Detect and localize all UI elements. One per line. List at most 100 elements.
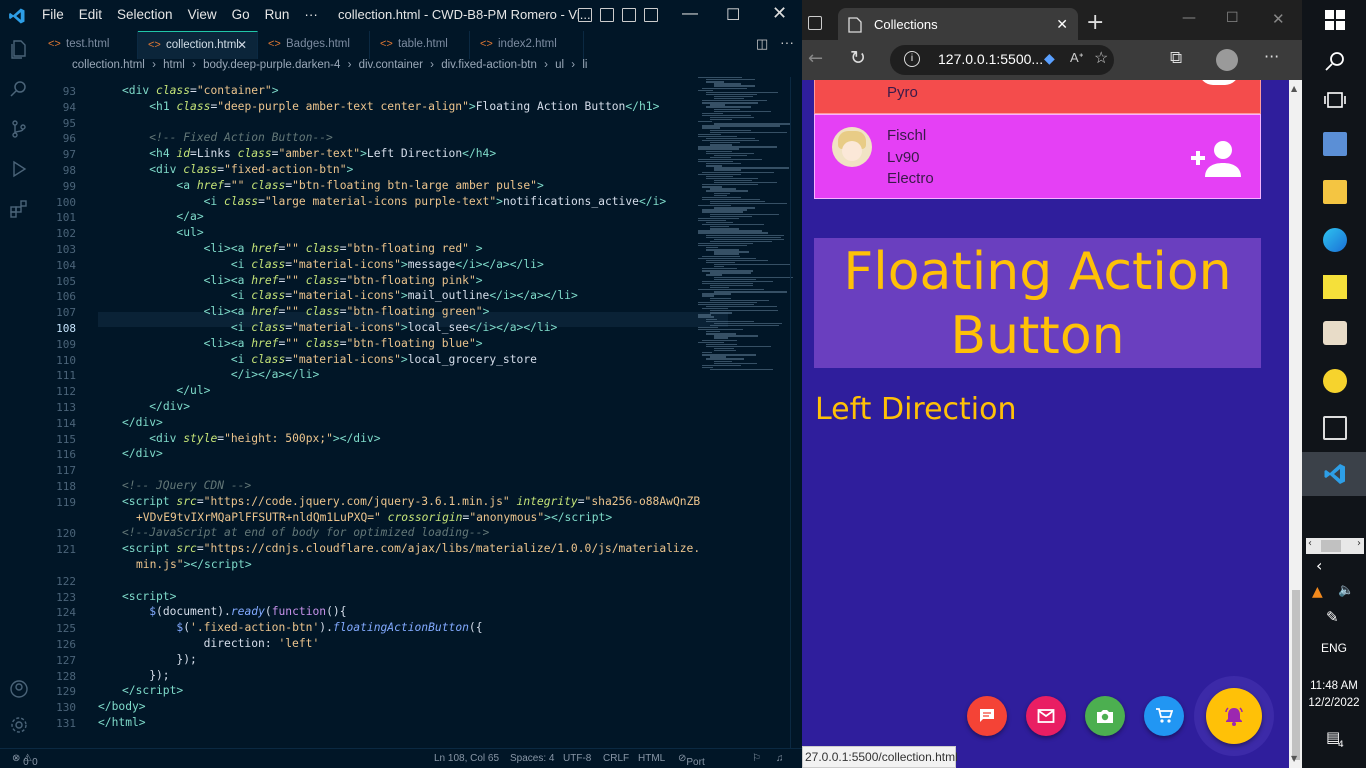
address-bar[interactable]: i 127.0.0.1:5500... ◆ Aᐩ ☆ bbox=[890, 45, 1114, 75]
taskbar-scrollbar[interactable]: ‹ › bbox=[1306, 538, 1364, 554]
code-line[interactable]: <i class="large material-icons purple-te… bbox=[122, 195, 667, 208]
local-see-fab[interactable] bbox=[1085, 696, 1125, 736]
run-debug-icon[interactable] bbox=[9, 159, 29, 179]
new-tab-icon[interactable]: + bbox=[1086, 10, 1104, 35]
breadcrumb-item[interactable]: body.deep-purple.darken-4 bbox=[203, 59, 340, 71]
customize-layout-icon[interactable] bbox=[644, 8, 658, 22]
pen-icon[interactable]: ✎ bbox=[1326, 608, 1339, 626]
message-fab[interactable] bbox=[967, 696, 1007, 736]
code-line[interactable]: <script src="https://code.jquery.com/jqu… bbox=[122, 495, 700, 508]
code-line[interactable]: <i class="material-icons">local_see</i><… bbox=[122, 321, 558, 334]
monitor-app-icon[interactable] bbox=[1323, 416, 1347, 440]
code-line[interactable]: <li><a href="" class="btn-floating blue"… bbox=[122, 337, 483, 350]
code-line[interactable]: </i></a></li> bbox=[122, 368, 319, 381]
sticky-notes-icon[interactable] bbox=[1323, 275, 1347, 299]
code-line[interactable]: <h1 class="deep-purple amber-text center… bbox=[122, 100, 659, 113]
breadcrumb-item[interactable]: html bbox=[163, 59, 185, 71]
grocery-store-fab[interactable] bbox=[1144, 696, 1184, 736]
tab-actions-icon[interactable] bbox=[808, 16, 822, 30]
more-actions-icon[interactable]: ··· bbox=[780, 34, 794, 50]
code-line[interactable]: <div class="fixed-action-btn"> bbox=[122, 163, 353, 176]
back-arrow-icon[interactable]: ← bbox=[808, 48, 823, 69]
settings-gear-icon[interactable] bbox=[9, 715, 29, 735]
code-line[interactable]: </div> bbox=[122, 416, 163, 429]
search-icon[interactable] bbox=[1323, 50, 1347, 74]
code-line[interactable]: <li><a href="" class="btn-floating pink"… bbox=[122, 274, 483, 287]
tab-collection-html[interactable]: <> collection.html ✕ bbox=[138, 31, 258, 59]
code-line[interactable]: $(document).ready(function(){ bbox=[122, 605, 346, 618]
app-icon[interactable] bbox=[1323, 369, 1347, 393]
tab-badges-html[interactable]: <> Badges.html bbox=[258, 31, 370, 59]
code-line[interactable]: <!-- JQuery CDN --> bbox=[122, 479, 251, 492]
code-editor[interactable]: 93 94 95 96 97 98 99 100 101 102 103 104 105 106 107 10… bbox=[38, 77, 802, 748]
code-line[interactable]: <script> bbox=[122, 590, 176, 603]
toggle-panel-icon[interactable] bbox=[600, 8, 614, 22]
code-line[interactable]: <div style="height: 500px;"></div> bbox=[122, 432, 380, 445]
computer-app-icon[interactable] bbox=[1323, 132, 1347, 156]
code-line[interactable]: <i class="material-icons">local_grocery_… bbox=[122, 353, 537, 366]
notifications-fab[interactable] bbox=[1206, 688, 1262, 744]
close-icon[interactable]: ✕ bbox=[772, 3, 787, 24]
code-line[interactable]: </ul> bbox=[122, 384, 210, 397]
code-line[interactable]: <i class="material-icons">mail_outline</… bbox=[122, 289, 578, 302]
code-line[interactable]: <!-- Fixed Action Button--> bbox=[122, 131, 333, 144]
breadcrumb-item[interactable]: li bbox=[582, 59, 587, 71]
tab-test-html[interactable]: <> test.html bbox=[38, 31, 138, 59]
tab-table-html[interactable]: <> table.html bbox=[370, 31, 470, 59]
page-scrollbar[interactable]: ▲ ▼ bbox=[1289, 80, 1302, 768]
breadcrumb-item[interactable]: ul bbox=[555, 59, 564, 71]
minimize-icon[interactable]: — bbox=[1182, 10, 1196, 26]
code-line[interactable]: +VDvE9tvIXrMQaPlFFSUTR+nldQm1LuPXQ=" cro… bbox=[136, 511, 612, 524]
person-add-icon[interactable] bbox=[1189, 139, 1245, 179]
breadcrumb-item[interactable]: div.container bbox=[359, 59, 423, 71]
split-editor-icon[interactable]: ◫ bbox=[756, 36, 768, 52]
extensions-icon[interactable] bbox=[9, 199, 29, 219]
code-line[interactable]: <a href="" class="btn-floating btn-large… bbox=[122, 179, 543, 192]
source-control-icon[interactable] bbox=[9, 119, 29, 139]
system-clock[interactable]: 11:48 AM 12/2/2022 bbox=[1302, 678, 1366, 712]
edge-browser-icon[interactable] bbox=[1323, 228, 1347, 252]
code-line[interactable]: direction: 'left' bbox=[122, 637, 320, 650]
code-line[interactable]: <i class="material-icons">message</i></a… bbox=[122, 258, 544, 271]
close-icon[interactable]: ✕ bbox=[1272, 10, 1285, 28]
code-line[interactable]: $('.fixed-action-btn').floatingActionBut… bbox=[122, 621, 482, 634]
app-icon[interactable] bbox=[1323, 321, 1347, 345]
menu-view[interactable]: View bbox=[188, 7, 217, 22]
live-server-port[interactable]: ⊘ Port : 5500 bbox=[678, 753, 705, 768]
code-line[interactable]: <li><a href="" class="btn-floating green… bbox=[122, 305, 490, 318]
minimize-icon[interactable]: — bbox=[682, 5, 698, 23]
breadcrumb-item[interactable]: collection.html bbox=[72, 59, 145, 71]
code-line[interactable]: }); bbox=[122, 669, 169, 682]
menu-file[interactable]: File bbox=[42, 7, 64, 22]
code-line[interactable]: }); bbox=[122, 653, 196, 666]
cursor-position[interactable]: Ln 108, Col 65 bbox=[434, 753, 499, 764]
line-ending[interactable]: CRLF bbox=[603, 753, 629, 764]
mail-fab[interactable] bbox=[1026, 696, 1066, 736]
input-language[interactable]: ENG bbox=[1302, 641, 1366, 655]
notifications-bell-icon[interactable]: ♫ bbox=[776, 753, 784, 764]
code-line[interactable]: <h4 id=Links class="amber-text">Left Dir… bbox=[122, 147, 496, 160]
show-hidden-icons-icon[interactable]: ‹ bbox=[1316, 556, 1322, 575]
read-aloud-icon[interactable]: Aᐩ bbox=[1070, 50, 1084, 66]
encoding[interactable]: UTF-8 bbox=[563, 753, 591, 764]
code-line[interactable]: </body> bbox=[98, 700, 146, 713]
scroll-thumb[interactable] bbox=[1292, 590, 1300, 760]
file-explorer-icon[interactable] bbox=[1323, 180, 1347, 204]
task-view-icon[interactable] bbox=[1323, 88, 1347, 112]
code-line[interactable]: </html> bbox=[98, 716, 146, 729]
site-info-icon[interactable]: i bbox=[904, 51, 920, 67]
tag-icon[interactable]: ◆ bbox=[1044, 50, 1055, 67]
close-tab-icon[interactable]: ✕ bbox=[237, 38, 247, 52]
menu-run[interactable]: Run bbox=[265, 7, 290, 22]
person-add-icon[interactable] bbox=[1199, 80, 1239, 85]
close-tab-icon[interactable]: ✕ bbox=[1056, 16, 1068, 33]
browser-tab-collections[interactable]: Collections ✕ bbox=[838, 8, 1078, 44]
favorite-star-icon[interactable]: ☆ bbox=[1094, 48, 1108, 68]
minimap[interactable] bbox=[698, 77, 794, 377]
maximize-icon[interactable]: ☐ bbox=[1226, 10, 1239, 26]
code-line[interactable]: <script src="https://cdnjs.cloudflare.co… bbox=[122, 542, 700, 555]
explorer-icon[interactable] bbox=[9, 39, 29, 59]
code-line[interactable]: min.js"></script> bbox=[136, 558, 252, 571]
code-line[interactable]: <div class="container"> bbox=[122, 84, 279, 97]
tab-index2-html[interactable]: <> index2.html bbox=[470, 31, 584, 59]
